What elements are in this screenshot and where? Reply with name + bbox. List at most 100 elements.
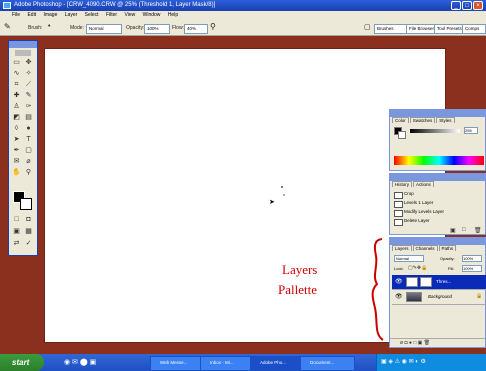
jump-to-imageready-icon[interactable]: ⇄ — [12, 240, 21, 248]
toolbox-title-bar[interactable] — [9, 41, 37, 48]
blend-mode-select[interactable]: Normal — [394, 255, 424, 262]
menu-help[interactable]: Help — [168, 12, 178, 18]
tab-swatches[interactable]: Swatches — [409, 117, 436, 123]
menu-window[interactable]: Window — [143, 12, 161, 18]
brush-tool-icon[interactable]: ✎ — [24, 92, 33, 100]
menu-edit[interactable]: Edit — [27, 12, 36, 18]
palette-tab-tool-presets[interactable]: Tool Presets — [434, 24, 464, 34]
task-web-messenger[interactable]: Web Messe... — [150, 356, 205, 371]
color-value-field[interactable]: 255 — [464, 127, 478, 134]
blur-tool-icon[interactable]: ◊ — [12, 125, 21, 133]
eyedropper-tool-icon[interactable]: ⌀ — [24, 158, 33, 166]
menu-filter[interactable]: Filter — [106, 12, 117, 18]
dodge-tool-icon[interactable]: ● — [24, 125, 33, 133]
clone-stamp-tool-icon[interactable]: ♙ — [12, 103, 21, 111]
lock-icon: 🔒 — [476, 293, 483, 299]
menu-image[interactable]: Image — [43, 12, 57, 18]
brush-tool-icon[interactable]: ✎ — [4, 22, 11, 31]
hand-tool-icon[interactable]: ✋ — [12, 169, 21, 177]
tab-layers[interactable]: Layers — [392, 245, 412, 251]
eye-icon[interactable]: 👁 — [395, 293, 403, 300]
color-spectrum-bar[interactable] — [394, 156, 484, 165]
tab-color[interactable]: Color — [392, 117, 409, 123]
tab-styles[interactable]: Styles — [436, 117, 455, 123]
tab-history[interactable]: History — [392, 181, 413, 187]
history-brush-tool-icon[interactable]: ✑ — [24, 103, 33, 111]
layer-thumbnail — [406, 277, 418, 287]
palette-well-icon[interactable]: ▢ — [364, 23, 371, 31]
lasso-tool-icon[interactable]: ∿ — [12, 70, 21, 78]
screen-mode-icon[interactable]: ▣ — [12, 228, 21, 236]
airbrush-icon[interactable]: ⚲ — [210, 22, 216, 31]
task-document[interactable]: Document... — [300, 356, 355, 371]
tray-icons[interactable]: ▣ ◈ ⚠ ◉ ✉ ◐ ⚙ — [381, 358, 426, 365]
maximize-icon[interactable]: □ — [462, 1, 472, 10]
layer-thumbnail — [406, 292, 422, 302]
path-selection-tool-icon[interactable]: ➤ — [12, 136, 21, 144]
zoom-tool-icon[interactable]: ⚲ — [24, 169, 33, 177]
start-button[interactable]: start — [0, 354, 44, 371]
slice-tool-icon[interactable]: ⟋ — [24, 81, 33, 89]
move-tool-icon[interactable]: ✥ — [24, 59, 33, 67]
menu-view[interactable]: View — [124, 12, 135, 18]
windows-taskbar: start ◉ ✉ ⬤ ▣ Web Messe... Inbox - Mi...… — [0, 354, 486, 371]
tab-paths[interactable]: Paths — [438, 245, 457, 251]
full-screen-mode-icon[interactable]: ▦ — [24, 228, 33, 236]
history-item-crop[interactable]: Crop — [404, 191, 414, 196]
pen-tool-icon[interactable]: ✒ — [12, 147, 21, 155]
menu-select[interactable]: Select — [85, 12, 99, 18]
palette-tab-comps[interactable]: Comps — [462, 24, 486, 34]
quick-mask-mode-icon[interactable]: ◘ — [24, 216, 33, 224]
fill-field[interactable]: 100% — [462, 265, 482, 272]
gradient-tool-icon[interactable]: ▤ — [24, 114, 33, 122]
history-item-delete-layer[interactable]: Delete Layer — [404, 218, 430, 223]
color-slider[interactable] — [410, 129, 460, 133]
layers-panel-tabs: Layers Channels Paths — [392, 245, 457, 253]
minimize-icon[interactable]: _ — [451, 1, 461, 10]
palette-tab-brushes[interactable]: Brushes — [374, 24, 408, 34]
type-tool-icon[interactable]: T — [24, 136, 33, 144]
edit-icon[interactable]: ✓ — [24, 240, 33, 248]
layer-row-background[interactable]: 👁 Background 🔒 — [392, 290, 486, 305]
flow-field[interactable]: 40% — [184, 24, 208, 34]
magic-wand-tool-icon[interactable]: ✧ — [24, 70, 33, 78]
brush-preset-icon[interactable]: • — [48, 23, 50, 30]
healing-brush-tool-icon[interactable]: ✚ — [12, 92, 21, 100]
layer-row-threshold[interactable]: 👁 Thres... — [392, 275, 486, 290]
history-new-snapshot-icon[interactable]: ▣ — [450, 227, 456, 234]
history-item-modify-levels[interactable]: Modify Levels Layer — [404, 209, 444, 214]
notes-tool-icon[interactable]: ✉ — [12, 158, 21, 166]
history-item-levels[interactable]: Levels 1 Layer — [404, 200, 433, 205]
history-delete-icon[interactable]: 🗑 — [474, 227, 482, 234]
standard-mode-icon[interactable]: □ — [12, 216, 21, 224]
layers-panel-title-bar[interactable] — [390, 238, 485, 245]
lock-icons[interactable]: ▢✎✥🔒 — [408, 265, 427, 271]
layer-name: Thres... — [436, 279, 452, 284]
quick-launch-icons[interactable]: ◉ ✉ ⬤ ▣ — [64, 358, 96, 366]
task-inbox[interactable]: Inbox - Mi... — [200, 356, 255, 371]
color-panel-title-bar[interactable] — [390, 110, 485, 117]
palette-tab-file-browser[interactable]: File Browser — [406, 24, 436, 34]
tab-channels[interactable]: Channels — [412, 245, 438, 251]
history-new-document-icon[interactable]: □ — [462, 227, 466, 233]
task-adobe-photoshop[interactable]: Adobe Pho... — [250, 356, 305, 371]
history-panel-title-bar[interactable] — [390, 174, 485, 181]
close-icon[interactable]: × — [473, 1, 483, 10]
menu-file[interactable]: File — [12, 12, 20, 18]
background-color-swatch[interactable] — [20, 198, 32, 210]
tab-actions[interactable]: Actions — [413, 181, 434, 187]
eye-icon[interactable]: 👁 — [395, 278, 403, 285]
brush-label: Brush: — [28, 25, 43, 31]
layers-opacity-field[interactable]: 100% — [462, 255, 482, 262]
crop-tool-icon[interactable]: ⌗ — [12, 81, 21, 89]
eraser-tool-icon[interactable]: ◩ — [12, 114, 21, 122]
opacity-field[interactable]: 100% — [144, 24, 170, 34]
window-title-bar[interactable]: Adobe Photoshop - [CRW_4090.CRW @ 25% (T… — [0, 0, 486, 11]
photoshop-eye-icon[interactable] — [15, 50, 31, 56]
layers-footer-icons[interactable]: ø ◘ ● □ ▣ 🗑 — [390, 338, 485, 347]
color-background-swatch[interactable] — [398, 131, 406, 139]
mode-select[interactable]: Normal — [86, 24, 122, 34]
shape-tool-icon[interactable]: ▢ — [24, 147, 33, 155]
marquee-tool-icon[interactable]: ▭ — [12, 59, 21, 67]
menu-layer[interactable]: Layer — [65, 12, 78, 18]
